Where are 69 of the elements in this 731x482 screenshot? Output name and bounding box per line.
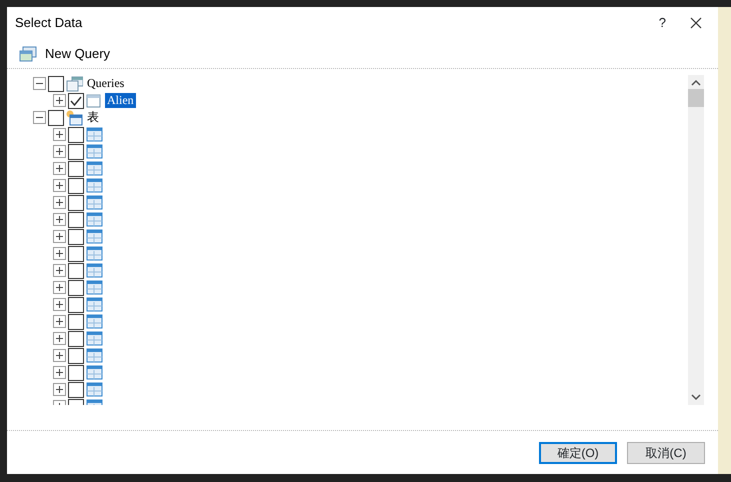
table-icon [86,314,103,330]
cancel-button[interactable]: 取消(C) [627,442,705,464]
tables-icon [66,110,83,126]
checkbox[interactable] [68,194,84,210]
query-icon [86,92,103,108]
checkbox[interactable] [68,348,84,364]
table-icon [86,246,103,262]
ok-button[interactable]: 確定(O) [539,442,617,464]
expander-icon[interactable] [53,264,66,277]
table-icon [86,262,103,278]
checkbox[interactable] [68,280,84,296]
table-icon [86,212,103,228]
table-icon [86,296,103,312]
checkbox[interactable] [68,314,84,330]
scrollbar[interactable] [688,75,704,405]
tree-item-label[interactable]: 表 [85,110,101,125]
new-query-label[interactable]: New Query [45,44,110,64]
expander-icon[interactable] [33,77,46,90]
expander-icon[interactable] [53,230,66,243]
checkbox[interactable] [68,364,84,380]
new-query-icon[interactable] [19,46,37,62]
expander-icon[interactable] [53,349,66,362]
table-icon [86,348,103,364]
scroll-thumb[interactable] [688,89,704,107]
expander-icon[interactable] [53,332,66,345]
table-icon [86,160,103,176]
table-icon [86,178,103,194]
expander-icon[interactable] [53,281,66,294]
expander-icon[interactable] [53,366,66,379]
checkbox[interactable] [68,92,84,108]
table-icon [86,330,103,346]
expander-icon[interactable] [53,213,66,226]
checkbox[interactable] [68,296,84,312]
expander-icon[interactable] [53,179,66,192]
table-icon [86,194,103,210]
table-icon [86,228,103,244]
table-icon [86,126,103,142]
checkbox[interactable] [68,144,84,160]
help-button[interactable]: ? [658,13,666,33]
checkbox[interactable] [68,126,84,142]
expander-icon[interactable] [33,111,46,124]
expander-icon[interactable] [53,298,66,311]
checkbox[interactable] [68,262,84,278]
expander-icon[interactable] [53,145,66,158]
checkbox[interactable] [68,160,84,176]
expander-icon[interactable] [53,383,66,396]
expander-icon[interactable] [53,94,66,107]
checkbox[interactable] [68,228,84,244]
tree-item-label[interactable]: Alien [105,93,136,108]
table-icon [86,364,103,380]
checkbox[interactable] [68,330,84,346]
window-title: Select Data [15,14,82,32]
expander-icon[interactable] [53,196,66,209]
checkbox[interactable] [68,212,84,228]
checkbox[interactable] [48,76,64,92]
checkbox[interactable] [68,178,84,194]
tree-item-label[interactable]: Queries [85,76,126,91]
queries-icon [66,76,83,92]
expander-icon[interactable] [53,247,66,260]
expander-icon[interactable] [53,162,66,175]
checkbox[interactable] [68,246,84,262]
expander-icon[interactable] [53,128,66,141]
close-icon[interactable] [690,17,702,29]
checkbox[interactable] [48,110,64,126]
table-icon [86,280,103,296]
expander-icon[interactable] [53,315,66,328]
scroll-down-icon[interactable] [691,393,701,401]
scroll-up-icon[interactable] [691,79,701,87]
table-icon [86,144,103,160]
